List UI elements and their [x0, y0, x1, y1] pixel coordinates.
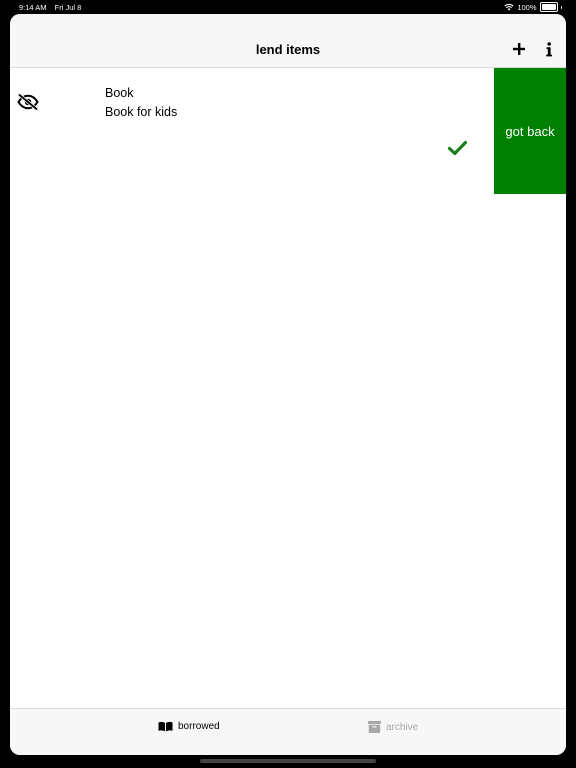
item-title: Book	[105, 86, 134, 100]
status-time-date: 9:14 AM Fri Jul 8	[19, 3, 87, 12]
home-indicator[interactable]	[200, 759, 376, 763]
item-subtitle: Book for kids	[105, 105, 178, 119]
plus-icon	[513, 43, 525, 55]
checkmark-icon	[448, 140, 467, 156]
battery-percent: 100%	[517, 2, 537, 12]
status-bar: 9:14 AM Fri Jul 8 100%	[0, 0, 576, 14]
status-indicators: 100%	[504, 2, 562, 12]
info-icon	[546, 41, 552, 56]
status-time: 9:14 AM	[19, 3, 47, 12]
list-item[interactable]: Book Book for kids got back	[10, 68, 566, 194]
status-date: Fri Jul 8	[54, 3, 82, 12]
page-title: lend items	[255, 42, 321, 57]
archive-box-icon	[368, 721, 381, 733]
battery-icon	[539, 2, 558, 12]
battery-tip	[560, 5, 562, 9]
app-window: lend items Book Book for kids got back b…	[10, 14, 566, 755]
info-button[interactable]	[538, 38, 560, 60]
tab-archive-label: archive	[386, 721, 419, 733]
wifi-icon	[504, 4, 514, 11]
tab-bar: borrowed archive	[10, 708, 566, 755]
navigation-bar: lend items	[10, 14, 566, 68]
add-item-button[interactable]	[508, 38, 530, 60]
tab-archive[interactable]: archive	[368, 721, 418, 733]
tab-borrowed-label: borrowed	[178, 721, 220, 732]
tab-borrowed[interactable]: borrowed	[158, 721, 220, 732]
got-back-button[interactable]: got back	[494, 68, 566, 194]
battery-level-fill	[541, 4, 556, 10]
eye-slash-icon[interactable]	[17, 94, 39, 110]
device-screen: 9:14 AM Fri Jul 8 100% lend items Book B…	[0, 0, 576, 768]
book-icon	[158, 721, 173, 732]
